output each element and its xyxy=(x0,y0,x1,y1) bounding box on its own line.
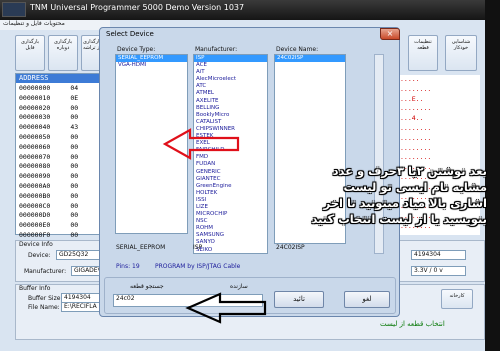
black-arrow-icon xyxy=(185,292,267,324)
note-line-1: بعد نوشتن ۲یا ۳حرف و عدد xyxy=(332,164,487,178)
persian-instruction-note: بعد نوشتن ۲یا ۳حرف و عدد مشابه نام ایسی … xyxy=(297,163,487,227)
note-line-4: بنویسید یا از لیست انتخاب کنید xyxy=(311,212,487,226)
red-arrow-icon xyxy=(162,128,240,160)
note-line-2: مشابه نام ایسی تو لیست xyxy=(343,180,487,194)
note-line-3: اشاری بالا میاد میتونید تا اخر xyxy=(323,196,487,210)
